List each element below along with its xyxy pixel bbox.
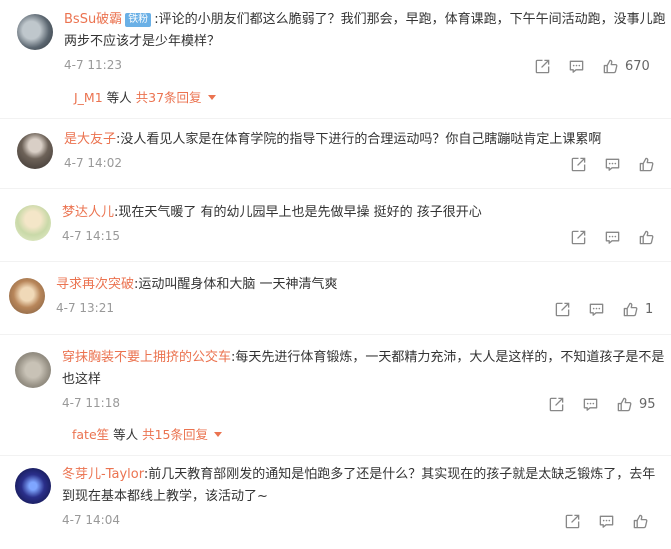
reply-mid-text: 等人 xyxy=(102,90,136,105)
share-button[interactable] xyxy=(548,396,565,413)
comment-text: :前几天教育部刚发的通知是怕跑多了还是什么？其实现在的孩子就是太缺乏锻炼了，去年 xyxy=(143,467,656,482)
username-link[interactable]: 梦达人儿 xyxy=(62,205,114,220)
timestamp: 4-7 11:18 xyxy=(62,396,120,410)
divider xyxy=(0,261,671,262)
like-button[interactable] xyxy=(638,229,655,246)
comment-icon xyxy=(604,229,621,246)
share-button[interactable] xyxy=(534,58,551,75)
share-button[interactable] xyxy=(564,513,581,530)
fan-badge: 铁粉 xyxy=(125,13,152,27)
share-button[interactable] xyxy=(554,301,571,318)
username-link[interactable]: BsSu破霸 xyxy=(64,12,122,27)
timestamp: 4-7 14:04 xyxy=(62,513,120,527)
like-button[interactable]: 1 xyxy=(622,301,653,318)
caret-down-icon xyxy=(207,95,216,100)
thumbs-up-icon xyxy=(602,58,619,75)
username-link[interactable]: 寻求再次突破 xyxy=(56,277,134,292)
share-icon xyxy=(570,229,587,246)
thumbs-up-icon xyxy=(616,396,633,413)
timestamp: 4-7 13:21 xyxy=(56,301,114,315)
comment-icon xyxy=(604,156,621,173)
like-count: 95 xyxy=(639,396,656,412)
comment-text: :每天先进行体育锻炼，一天都精力充沛，大人是这样的，不知道孩子是不是 xyxy=(231,350,665,365)
comment-text: :评论的小朋友们都这么脆弱了？我们那会，早跑，体育课跑，下午午间活动跑，没事儿跑 xyxy=(154,12,666,27)
comment-button[interactable] xyxy=(582,396,599,413)
comment-button[interactable] xyxy=(604,229,621,246)
username-link[interactable]: 是大友子 xyxy=(64,132,116,147)
share-button[interactable] xyxy=(570,229,587,246)
timestamp: 4-7 14:02 xyxy=(64,156,122,170)
divider xyxy=(0,188,671,189)
comment-text: :没人看见人家是在体育学院的指导下进行的合理运动吗？你自己瞎蹦哒肯定上课累啊 xyxy=(116,132,602,147)
comment-button[interactable] xyxy=(568,58,585,75)
comment-icon xyxy=(588,301,605,318)
avatar[interactable] xyxy=(15,352,51,388)
share-icon xyxy=(534,58,551,75)
thumbs-up-icon xyxy=(622,301,639,318)
thumbs-up-icon xyxy=(638,229,655,246)
username-link[interactable]: 穿抹胸装不要上拥挤的公交车 xyxy=(62,350,231,365)
reply-user[interactable]: fate笙 xyxy=(72,427,109,442)
comment-button[interactable] xyxy=(588,301,605,318)
comment-icon xyxy=(568,58,585,75)
like-count: 1 xyxy=(645,301,654,317)
expand-replies-link[interactable]: J_M1 等人 共37条回复 xyxy=(74,87,216,106)
reply-count: 共37条回复 xyxy=(135,90,202,105)
comment-button[interactable] xyxy=(604,156,621,173)
expand-replies-link[interactable]: fate笙 等人 共15条回复 xyxy=(72,424,223,443)
thumbs-up-icon xyxy=(638,156,655,173)
comment-text-cont: 两步不应该才是少年模样？ xyxy=(64,34,221,49)
avatar[interactable] xyxy=(9,278,45,314)
avatar[interactable] xyxy=(15,468,51,504)
share-icon xyxy=(554,301,571,318)
reply-user[interactable]: J_M1 xyxy=(74,90,103,105)
like-count: 670 xyxy=(625,58,650,74)
avatar[interactable] xyxy=(15,205,51,241)
username-link[interactable]: 冬芽儿-Taylor xyxy=(62,467,144,482)
comment-text: :运动叫醒身体和大脑 一天神清气爽 xyxy=(134,277,338,292)
like-button[interactable] xyxy=(638,156,655,173)
share-icon xyxy=(570,156,587,173)
comment-button[interactable] xyxy=(598,513,615,530)
thumbs-up-icon xyxy=(632,513,649,530)
comment-text-cont: 到现在基本都线上教学，该活动了~ xyxy=(62,489,268,504)
share-icon xyxy=(564,513,581,530)
divider xyxy=(0,334,671,335)
avatar[interactable] xyxy=(17,133,53,169)
avatar[interactable] xyxy=(17,14,53,50)
comment-icon xyxy=(582,396,599,413)
comment-icon xyxy=(598,513,615,530)
share-button[interactable] xyxy=(570,156,587,173)
reply-mid-text: 等人 xyxy=(109,427,143,442)
share-icon xyxy=(548,396,565,413)
divider xyxy=(0,118,671,119)
reply-count: 共15条回复 xyxy=(142,427,209,442)
like-button[interactable] xyxy=(632,513,649,530)
comment-text: :现在天气暖了 有的幼儿园早上也是先做早操 挺好的 孩子很开心 xyxy=(114,205,482,220)
divider xyxy=(0,455,671,456)
timestamp: 4-7 11:23 xyxy=(64,58,122,72)
like-button[interactable]: 670 xyxy=(602,58,650,75)
timestamp: 4-7 14:15 xyxy=(62,229,120,243)
comment-text-cont: 也这样 xyxy=(62,372,102,387)
like-button[interactable]: 95 xyxy=(616,396,656,413)
caret-down-icon xyxy=(214,432,223,437)
